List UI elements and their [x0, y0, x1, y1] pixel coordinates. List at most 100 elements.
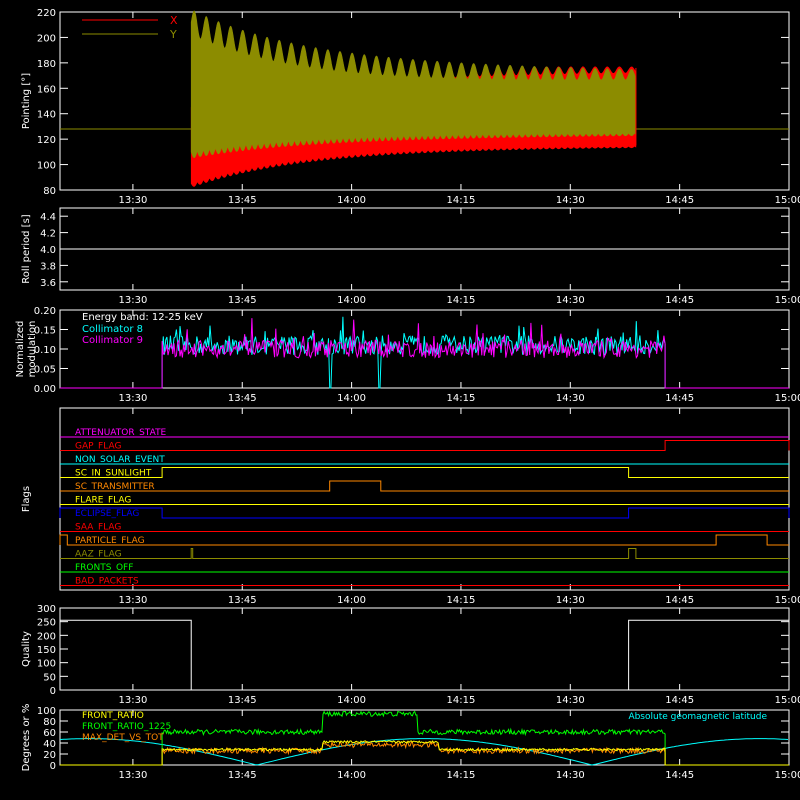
x-tick-label: 15:00	[775, 393, 800, 404]
x-tick-label: 13:30	[118, 393, 147, 404]
flag-label-11: BAD_PACKETS	[75, 577, 139, 587]
y-tick-label: 250	[37, 618, 56, 629]
y-tick-label: 0	[50, 686, 56, 697]
y-tick-label: 160	[37, 84, 56, 95]
x-tick-label: 13:45	[228, 295, 257, 306]
x-tick-label: 14:00	[337, 695, 366, 706]
x-tick-label: 13:30	[118, 595, 147, 606]
x-tick-label: 14:15	[447, 295, 476, 306]
x-tick-label: 14:45	[665, 393, 694, 404]
x-tick-label: 13:30	[118, 770, 147, 781]
x-tick-label: 15:00	[775, 595, 800, 606]
x-tick-label: 13:45	[228, 393, 257, 404]
x-tick-label: 14:30	[556, 770, 585, 781]
stix-quicklook-figure: 13:3013:4514:0014:1514:3014:4515:0080100…	[15, 8, 800, 781]
x-tick-label: 14:00	[337, 595, 366, 606]
x-tick-label: 14:15	[447, 595, 476, 606]
x-tick-label: 13:45	[228, 195, 257, 206]
legend-label-collimator-9: Collimator 9	[82, 335, 143, 346]
y-tick-label: 180	[37, 59, 56, 70]
flag-line-6	[59, 507, 790, 519]
y-axis-label-0: Pointing [°]	[21, 73, 32, 129]
y-tick-label: 80	[43, 186, 56, 197]
legend-label-x: X	[170, 14, 178, 27]
flag-label-4: SC_TRANSMITTER	[75, 482, 155, 492]
legend-label-y: Y	[169, 28, 177, 41]
x-tick-label: 14:00	[337, 195, 366, 206]
y-tick-label: 4.0	[40, 245, 56, 256]
annotation-geomagnetic-latitude: Absolute geomagnetic latitude	[628, 712, 767, 722]
legend-label-front-ratio-1225: FRONT_RATIO_1225	[82, 722, 171, 732]
y-tick-label: 3.6	[40, 278, 56, 289]
y-tick-label: 4.2	[40, 229, 56, 240]
x-tick-label: 14:30	[556, 295, 585, 306]
y-tick-label: 140	[37, 110, 56, 121]
y-tick-label: 300	[37, 604, 56, 615]
y-tick-label: 80	[43, 717, 56, 728]
flag-line-8	[59, 534, 789, 546]
x-tick-label: 14:45	[665, 595, 694, 606]
x-tick-label: 15:00	[775, 295, 800, 306]
x-tick-label: 13:30	[118, 195, 147, 206]
y-tick-label: 0	[50, 761, 56, 772]
y-tick-label: 150	[37, 645, 56, 656]
legend-label-collimator-8: Collimator 8	[82, 324, 143, 335]
x-tick-label: 13:45	[228, 595, 257, 606]
panel-frame-3	[59, 407, 790, 591]
y-tick-label: 4.4	[40, 212, 56, 223]
flag-label-9: AAZ_FLAG	[75, 550, 122, 560]
y-axis-label-2: modulation	[27, 321, 38, 378]
x-tick-label: 14:30	[556, 595, 585, 606]
flag-label-5: FLARE_FLAG	[75, 496, 131, 506]
flag-line-1	[60, 440, 790, 451]
x-tick-label: 14:00	[337, 393, 366, 404]
series-y-band	[190, 10, 637, 159]
flag-label-1: GAP_FLAG	[75, 442, 121, 452]
x-tick-label: 14:15	[447, 393, 476, 404]
y-axis-label-3: Flags	[21, 486, 32, 512]
y-tick-label: 200	[37, 33, 56, 44]
legend-label-max-det-vs-tot: MAX_DET_VS_TOT	[82, 733, 164, 743]
x-tick-label: 14:00	[337, 295, 366, 306]
y-tick-label: 0.00	[34, 384, 56, 395]
flag-label-7: SAA_FLAG	[75, 523, 121, 533]
y-tick-label: 50	[43, 672, 56, 683]
y-tick-label: 0.20	[34, 306, 56, 317]
flag-label-6: ECLIPSE_FLAG	[75, 509, 139, 519]
y-tick-label: 100	[37, 706, 56, 717]
y-tick-label: 60	[43, 728, 56, 739]
y-axis-label-1: Roll period [s]	[21, 214, 32, 283]
flag-label-0: ATTENUATOR_STATE	[75, 428, 167, 438]
x-tick-label: 14:45	[665, 770, 694, 781]
y-axis-label-5: Degrees or %	[21, 704, 32, 772]
y-tick-label: 220	[37, 8, 56, 19]
y-tick-label: 120	[37, 135, 56, 146]
y-axis-label-2: Normalized	[15, 321, 26, 378]
x-tick-label: 13:30	[118, 695, 147, 706]
flag-line-4	[60, 480, 789, 492]
flag-line-9	[60, 548, 789, 559]
x-tick-label: 14:15	[447, 695, 476, 706]
y-axis-label-4: Quality	[21, 631, 32, 667]
quality-line	[60, 619, 789, 691]
flag-label-3: SC_IN_SUNLIGHT	[75, 469, 152, 479]
x-tick-label: 15:00	[775, 195, 800, 206]
x-tick-label: 13:45	[228, 695, 257, 706]
x-tick-label: 14:00	[337, 770, 366, 781]
x-tick-label: 13:30	[118, 295, 147, 306]
x-tick-label: 14:45	[665, 695, 694, 706]
annotation-energy-band: Energy band: 12-25 keV	[82, 312, 203, 323]
y-tick-label: 3.8	[40, 261, 56, 272]
x-tick-label: 14:15	[447, 195, 476, 206]
x-tick-label: 14:30	[556, 195, 585, 206]
y-tick-label: 200	[37, 631, 56, 642]
x-tick-label: 14:15	[447, 770, 476, 781]
flag-label-10: FRONTS_OFF	[75, 563, 133, 573]
x-tick-label: 14:30	[556, 695, 585, 706]
x-tick-label: 13:45	[228, 770, 257, 781]
x-tick-label: 14:45	[665, 295, 694, 306]
x-tick-label: 15:00	[775, 695, 800, 706]
flag-label-2: NON_SOLAR_EVENT	[75, 455, 165, 465]
flag-line-3	[60, 467, 789, 478]
y-tick-label: 100	[37, 659, 56, 670]
